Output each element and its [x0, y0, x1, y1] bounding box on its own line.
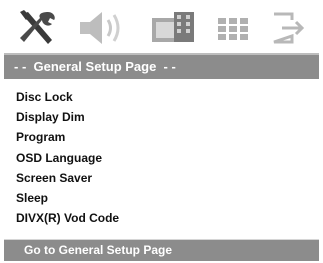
icon-bar [4, 2, 319, 53]
setup-menu: - - General Setup Page - - Disc Lock Dis… [4, 2, 319, 261]
menu-item-screen-saver[interactable]: Screen Saver [16, 170, 92, 186]
tools-icon[interactable] [14, 8, 60, 48]
menu-item-disc-lock[interactable]: Disc Lock [16, 89, 73, 105]
exit-icon[interactable] [268, 8, 312, 48]
menu-item-divx-vod-code[interactable]: DIVX(R) Vod Code [16, 210, 119, 226]
grid-icon[interactable] [212, 8, 256, 48]
menu-item-osd-language[interactable]: OSD Language [16, 150, 102, 166]
speaker-icon[interactable] [76, 8, 128, 48]
menu-item-program[interactable]: Program [16, 129, 65, 145]
menu-list: Disc Lock Display Dim Program OSD Langua… [4, 79, 319, 239]
video-icon[interactable] [148, 8, 200, 48]
status-bar: Go to General Setup Page [4, 240, 319, 261]
menu-item-sleep[interactable]: Sleep [16, 190, 48, 206]
page-title: - - General Setup Page - - [4, 53, 319, 79]
menu-item-display-dim[interactable]: Display Dim [16, 109, 85, 125]
